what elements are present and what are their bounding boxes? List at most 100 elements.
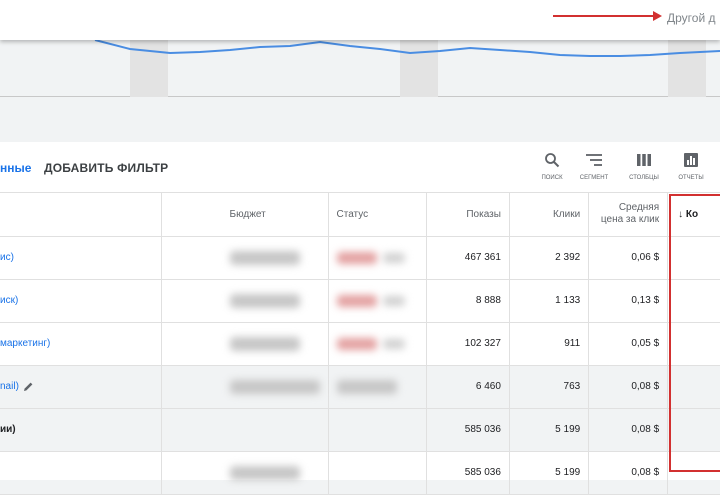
avg-cpc-cell: 0,08 $: [588, 365, 669, 409]
weekend-band: [668, 40, 706, 97]
edit-pencil-icon[interactable]: [23, 381, 34, 392]
avg-cpc-cell: 0,08 $: [588, 408, 669, 452]
campaign-cell: ис): [0, 236, 162, 280]
header-campaign[interactable]: [0, 193, 162, 237]
clicks-cell: 2 392: [509, 236, 590, 280]
redacted-budget: [229, 293, 300, 308]
redacted-budget: [229, 465, 300, 480]
campaign-link[interactable]: ис): [0, 252, 14, 263]
table-row: ис) 467 361 2 392 0,06 $: [0, 236, 720, 280]
table-header-row: Бюджет Статус Показы Клики Средняя цена …: [0, 193, 720, 237]
columns-button[interactable]: СТОЛБЦЫ: [622, 152, 666, 181]
avg-cpc-cell: 0,08 $: [588, 451, 669, 495]
redacted-budget: [229, 250, 300, 265]
redacted-status: [336, 251, 377, 264]
other-date-range-link[interactable]: Другой д: [667, 11, 716, 25]
segment-label: СЕГМЕНТ: [579, 175, 609, 181]
status-cell: [328, 322, 428, 366]
status-cell: [328, 365, 428, 409]
status-cell: [328, 451, 428, 495]
conversions-cell: [667, 408, 720, 452]
avg-cpc-cell: 0,05 $: [588, 322, 669, 366]
redacted-budget: [229, 336, 300, 351]
chart-svg: [94, 39, 720, 97]
avg-cpc-cell: 0,13 $: [588, 279, 669, 323]
table-row: маркетинг) 102 327 911 0,05 $: [0, 322, 720, 366]
impressions-cell: 6 460: [426, 365, 510, 409]
budget-cell: [161, 322, 329, 366]
redacted-status-extra: [382, 252, 405, 263]
campaign-link[interactable]: nail): [0, 381, 19, 392]
redacted-status: [336, 337, 377, 350]
search-button[interactable]: ПОИСК: [530, 152, 574, 181]
reports-label: ОТЧЕТЫ: [678, 175, 704, 181]
filter-link[interactable]: нные: [0, 161, 31, 175]
columns-label: СТОЛБЦЫ: [629, 175, 659, 181]
reports-icon: [684, 153, 698, 167]
conversions-cell: [667, 365, 720, 409]
segment-icon: [586, 154, 602, 166]
columns-icon: [637, 154, 651, 166]
status-cell: [328, 236, 428, 280]
avg-cpc-cell: 0,06 $: [588, 236, 669, 280]
campaign-cell: маркетинг): [0, 322, 162, 366]
campaign-cell: nail): [0, 365, 162, 409]
date-range-bar: Другой д: [0, 0, 720, 40]
clicks-cell: 5 199: [509, 408, 590, 452]
status-cell: [328, 279, 428, 323]
impressions-cell: 8 888: [426, 279, 510, 323]
redacted-status-extra: [382, 338, 405, 349]
weekend-band: [400, 40, 438, 97]
campaigns-table: Бюджет Статус Показы Клики Средняя цена …: [0, 193, 720, 495]
redacted-budget: [229, 379, 320, 394]
add-filter-button[interactable]: ДОБАВИТЬ ФИЛЬТР: [44, 161, 168, 175]
header-conversions-sorted[interactable]: ↓ Ко: [667, 193, 720, 237]
header-impressions[interactable]: Показы: [426, 193, 510, 237]
conversions-cell: [667, 236, 720, 280]
annotation-arrow: [553, 11, 662, 21]
conversions-cell: [667, 279, 720, 323]
segment-button[interactable]: СЕГМЕНТ: [572, 152, 616, 181]
performance-chart: [0, 39, 720, 97]
table-row: иск) 8 888 1 133 0,13 $: [0, 279, 720, 323]
clicks-cell: 5 199: [509, 451, 590, 495]
budget-cell: [161, 451, 329, 495]
search-icon: [545, 153, 560, 168]
header-status[interactable]: Статус: [328, 193, 428, 237]
campaigns-panel: нные ДОБАВИТЬ ФИЛЬТР ПОИСК СЕГМЕНТ СТОЛБ…: [0, 142, 720, 495]
header-avg-cpc[interactable]: Средняя цена за клик: [588, 193, 669, 237]
budget-cell: [161, 408, 329, 452]
impressions-cell: 585 036: [426, 451, 510, 495]
table-toolbar: нные ДОБАВИТЬ ФИЛЬТР ПОИСК СЕГМЕНТ СТОЛБ…: [0, 142, 720, 193]
budget-cell: [161, 365, 329, 409]
impressions-cell: 467 361: [426, 236, 510, 280]
budget-cell: [161, 236, 329, 280]
redacted-status-extra: [382, 295, 405, 306]
campaign-cell: [0, 451, 162, 495]
redacted-status: [336, 294, 377, 307]
table-row: nail) 6 460 763 0,08 $: [0, 365, 720, 409]
header-clicks[interactable]: Клики: [509, 193, 590, 237]
table-row-total: 585 036 5 199 0,08 $: [0, 451, 720, 495]
table-row-total: ии) 585 036 5 199 0,08 $: [0, 408, 720, 452]
clicks-cell: 763: [509, 365, 590, 409]
conversions-cell: [667, 451, 720, 495]
redacted-status: [336, 379, 397, 394]
search-label: ПОИСК: [541, 175, 563, 181]
campaign-cell: ии): [0, 408, 162, 452]
total-label: ии): [0, 424, 16, 435]
campaign-cell: иск): [0, 279, 162, 323]
impressions-cell: 102 327: [426, 322, 510, 366]
campaign-link[interactable]: иск): [0, 295, 18, 306]
clicks-cell: 911: [509, 322, 590, 366]
conversions-cell: [667, 322, 720, 366]
impressions-cell: 585 036: [426, 408, 510, 452]
status-cell: [328, 408, 428, 452]
clicks-cell: 1 133: [509, 279, 590, 323]
chart-spacer: [0, 98, 720, 142]
campaign-link[interactable]: маркетинг): [0, 338, 50, 349]
weekend-band: [130, 40, 168, 97]
reports-button[interactable]: ОТЧЕТЫ: [669, 152, 713, 181]
header-budget[interactable]: Бюджет: [161, 193, 329, 237]
budget-cell: [161, 279, 329, 323]
